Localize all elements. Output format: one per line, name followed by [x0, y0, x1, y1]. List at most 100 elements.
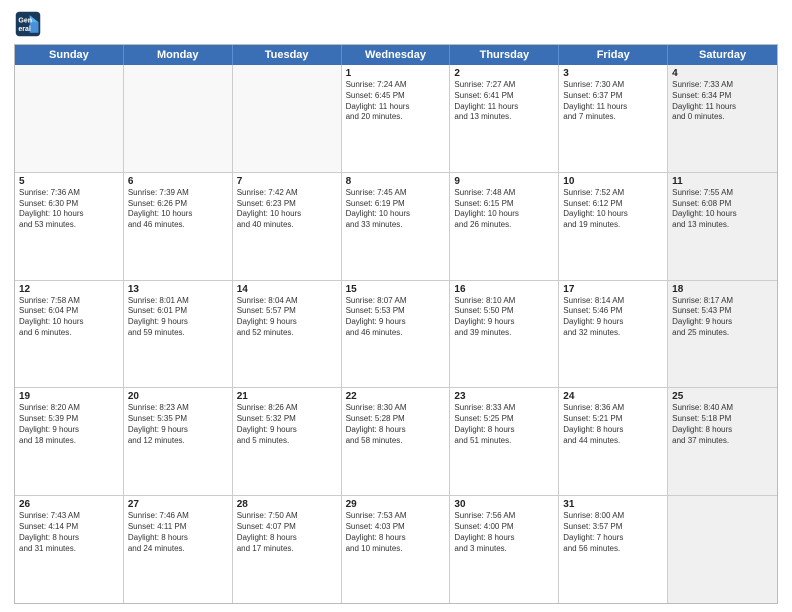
- cell-info: Sunrise: 7:27 AM Sunset: 6:41 PM Dayligh…: [454, 80, 554, 123]
- day-number: 16: [454, 284, 554, 295]
- calendar-cell: 3Sunrise: 7:30 AM Sunset: 6:37 PM Daylig…: [559, 65, 668, 172]
- day-number: 23: [454, 391, 554, 402]
- cell-info: Sunrise: 8:20 AM Sunset: 5:39 PM Dayligh…: [19, 403, 119, 446]
- day-number: 29: [346, 499, 446, 510]
- cell-info: Sunrise: 8:26 AM Sunset: 5:32 PM Dayligh…: [237, 403, 337, 446]
- cell-info: Sunrise: 8:04 AM Sunset: 5:57 PM Dayligh…: [237, 296, 337, 339]
- day-number: 4: [672, 68, 773, 79]
- cell-info: Sunrise: 8:17 AM Sunset: 5:43 PM Dayligh…: [672, 296, 773, 339]
- calendar-cell: 10Sunrise: 7:52 AM Sunset: 6:12 PM Dayli…: [559, 173, 668, 280]
- day-number: 7: [237, 176, 337, 187]
- cell-info: Sunrise: 7:42 AM Sunset: 6:23 PM Dayligh…: [237, 188, 337, 231]
- calendar-cell: 23Sunrise: 8:33 AM Sunset: 5:25 PM Dayli…: [450, 388, 559, 495]
- cell-info: Sunrise: 8:33 AM Sunset: 5:25 PM Dayligh…: [454, 403, 554, 446]
- cell-info: Sunrise: 7:56 AM Sunset: 4:00 PM Dayligh…: [454, 511, 554, 554]
- day-number: 2: [454, 68, 554, 79]
- calendar-cell: 8Sunrise: 7:45 AM Sunset: 6:19 PM Daylig…: [342, 173, 451, 280]
- day-number: 30: [454, 499, 554, 510]
- calendar-cell: 4Sunrise: 7:33 AM Sunset: 6:34 PM Daylig…: [668, 65, 777, 172]
- cell-info: Sunrise: 8:14 AM Sunset: 5:46 PM Dayligh…: [563, 296, 663, 339]
- calendar-cell: 28Sunrise: 7:50 AM Sunset: 4:07 PM Dayli…: [233, 496, 342, 603]
- day-number: 8: [346, 176, 446, 187]
- weekday-header: Monday: [124, 45, 233, 65]
- calendar-cell: [233, 65, 342, 172]
- calendar-cell: 30Sunrise: 7:56 AM Sunset: 4:00 PM Dayli…: [450, 496, 559, 603]
- calendar-cell: 26Sunrise: 7:43 AM Sunset: 4:14 PM Dayli…: [15, 496, 124, 603]
- calendar-cell: 19Sunrise: 8:20 AM Sunset: 5:39 PM Dayli…: [15, 388, 124, 495]
- calendar-cell: 27Sunrise: 7:46 AM Sunset: 4:11 PM Dayli…: [124, 496, 233, 603]
- calendar-cell: 6Sunrise: 7:39 AM Sunset: 6:26 PM Daylig…: [124, 173, 233, 280]
- weekday-header: Sunday: [15, 45, 124, 65]
- calendar-week-row: 1Sunrise: 7:24 AM Sunset: 6:45 PM Daylig…: [15, 65, 777, 173]
- day-number: 12: [19, 284, 119, 295]
- calendar-cell: 31Sunrise: 8:00 AM Sunset: 3:57 PM Dayli…: [559, 496, 668, 603]
- calendar-cell: 11Sunrise: 7:55 AM Sunset: 6:08 PM Dayli…: [668, 173, 777, 280]
- day-number: 10: [563, 176, 663, 187]
- calendar-cell: 1Sunrise: 7:24 AM Sunset: 6:45 PM Daylig…: [342, 65, 451, 172]
- day-number: 26: [19, 499, 119, 510]
- cell-info: Sunrise: 8:00 AM Sunset: 3:57 PM Dayligh…: [563, 511, 663, 554]
- day-number: 25: [672, 391, 773, 402]
- day-number: 19: [19, 391, 119, 402]
- logo-icon: Gen eral: [14, 10, 42, 38]
- calendar-cell: 9Sunrise: 7:48 AM Sunset: 6:15 PM Daylig…: [450, 173, 559, 280]
- calendar-week-row: 12Sunrise: 7:58 AM Sunset: 6:04 PM Dayli…: [15, 281, 777, 389]
- calendar-cell: 15Sunrise: 8:07 AM Sunset: 5:53 PM Dayli…: [342, 281, 451, 388]
- page: Gen eral SundayMondayTuesdayWednesdayThu…: [0, 0, 792, 612]
- calendar-cell: [15, 65, 124, 172]
- calendar-cell: 13Sunrise: 8:01 AM Sunset: 6:01 PM Dayli…: [124, 281, 233, 388]
- calendar-cell: 5Sunrise: 7:36 AM Sunset: 6:30 PM Daylig…: [15, 173, 124, 280]
- cell-info: Sunrise: 7:43 AM Sunset: 4:14 PM Dayligh…: [19, 511, 119, 554]
- calendar-cell: 25Sunrise: 8:40 AM Sunset: 5:18 PM Dayli…: [668, 388, 777, 495]
- cell-info: Sunrise: 8:23 AM Sunset: 5:35 PM Dayligh…: [128, 403, 228, 446]
- cell-info: Sunrise: 7:46 AM Sunset: 4:11 PM Dayligh…: [128, 511, 228, 554]
- svg-text:eral: eral: [18, 26, 31, 33]
- weekday-header: Wednesday: [342, 45, 451, 65]
- calendar-cell: 18Sunrise: 8:17 AM Sunset: 5:43 PM Dayli…: [668, 281, 777, 388]
- calendar-body: 1Sunrise: 7:24 AM Sunset: 6:45 PM Daylig…: [15, 65, 777, 603]
- weekday-header: Saturday: [668, 45, 777, 65]
- day-number: 20: [128, 391, 228, 402]
- weekday-header: Friday: [559, 45, 668, 65]
- calendar-cell: 16Sunrise: 8:10 AM Sunset: 5:50 PM Dayli…: [450, 281, 559, 388]
- calendar: SundayMondayTuesdayWednesdayThursdayFrid…: [14, 44, 778, 604]
- day-number: 6: [128, 176, 228, 187]
- cell-info: Sunrise: 8:40 AM Sunset: 5:18 PM Dayligh…: [672, 403, 773, 446]
- header: Gen eral: [14, 10, 778, 38]
- day-number: 11: [672, 176, 773, 187]
- calendar-cell: 14Sunrise: 8:04 AM Sunset: 5:57 PM Dayli…: [233, 281, 342, 388]
- day-number: 1: [346, 68, 446, 79]
- calendar-header: SundayMondayTuesdayWednesdayThursdayFrid…: [15, 45, 777, 65]
- cell-info: Sunrise: 8:01 AM Sunset: 6:01 PM Dayligh…: [128, 296, 228, 339]
- cell-info: Sunrise: 7:55 AM Sunset: 6:08 PM Dayligh…: [672, 188, 773, 231]
- calendar-week-row: 5Sunrise: 7:36 AM Sunset: 6:30 PM Daylig…: [15, 173, 777, 281]
- calendar-cell: 20Sunrise: 8:23 AM Sunset: 5:35 PM Dayli…: [124, 388, 233, 495]
- cell-info: Sunrise: 7:50 AM Sunset: 4:07 PM Dayligh…: [237, 511, 337, 554]
- day-number: 5: [19, 176, 119, 187]
- calendar-cell: [124, 65, 233, 172]
- day-number: 13: [128, 284, 228, 295]
- day-number: 21: [237, 391, 337, 402]
- day-number: 22: [346, 391, 446, 402]
- cell-info: Sunrise: 7:36 AM Sunset: 6:30 PM Dayligh…: [19, 188, 119, 231]
- weekday-header: Tuesday: [233, 45, 342, 65]
- cell-info: Sunrise: 7:58 AM Sunset: 6:04 PM Dayligh…: [19, 296, 119, 339]
- cell-info: Sunrise: 7:45 AM Sunset: 6:19 PM Dayligh…: [346, 188, 446, 231]
- calendar-cell: [668, 496, 777, 603]
- day-number: 24: [563, 391, 663, 402]
- calendar-week-row: 19Sunrise: 8:20 AM Sunset: 5:39 PM Dayli…: [15, 388, 777, 496]
- calendar-cell: 2Sunrise: 7:27 AM Sunset: 6:41 PM Daylig…: [450, 65, 559, 172]
- cell-info: Sunrise: 7:33 AM Sunset: 6:34 PM Dayligh…: [672, 80, 773, 123]
- weekday-header: Thursday: [450, 45, 559, 65]
- cell-info: Sunrise: 8:30 AM Sunset: 5:28 PM Dayligh…: [346, 403, 446, 446]
- cell-info: Sunrise: 8:36 AM Sunset: 5:21 PM Dayligh…: [563, 403, 663, 446]
- cell-info: Sunrise: 8:07 AM Sunset: 5:53 PM Dayligh…: [346, 296, 446, 339]
- calendar-cell: 21Sunrise: 8:26 AM Sunset: 5:32 PM Dayli…: [233, 388, 342, 495]
- cell-info: Sunrise: 7:39 AM Sunset: 6:26 PM Dayligh…: [128, 188, 228, 231]
- cell-info: Sunrise: 7:53 AM Sunset: 4:03 PM Dayligh…: [346, 511, 446, 554]
- logo: Gen eral: [14, 10, 44, 38]
- day-number: 3: [563, 68, 663, 79]
- day-number: 15: [346, 284, 446, 295]
- calendar-cell: 17Sunrise: 8:14 AM Sunset: 5:46 PM Dayli…: [559, 281, 668, 388]
- calendar-week-row: 26Sunrise: 7:43 AM Sunset: 4:14 PM Dayli…: [15, 496, 777, 603]
